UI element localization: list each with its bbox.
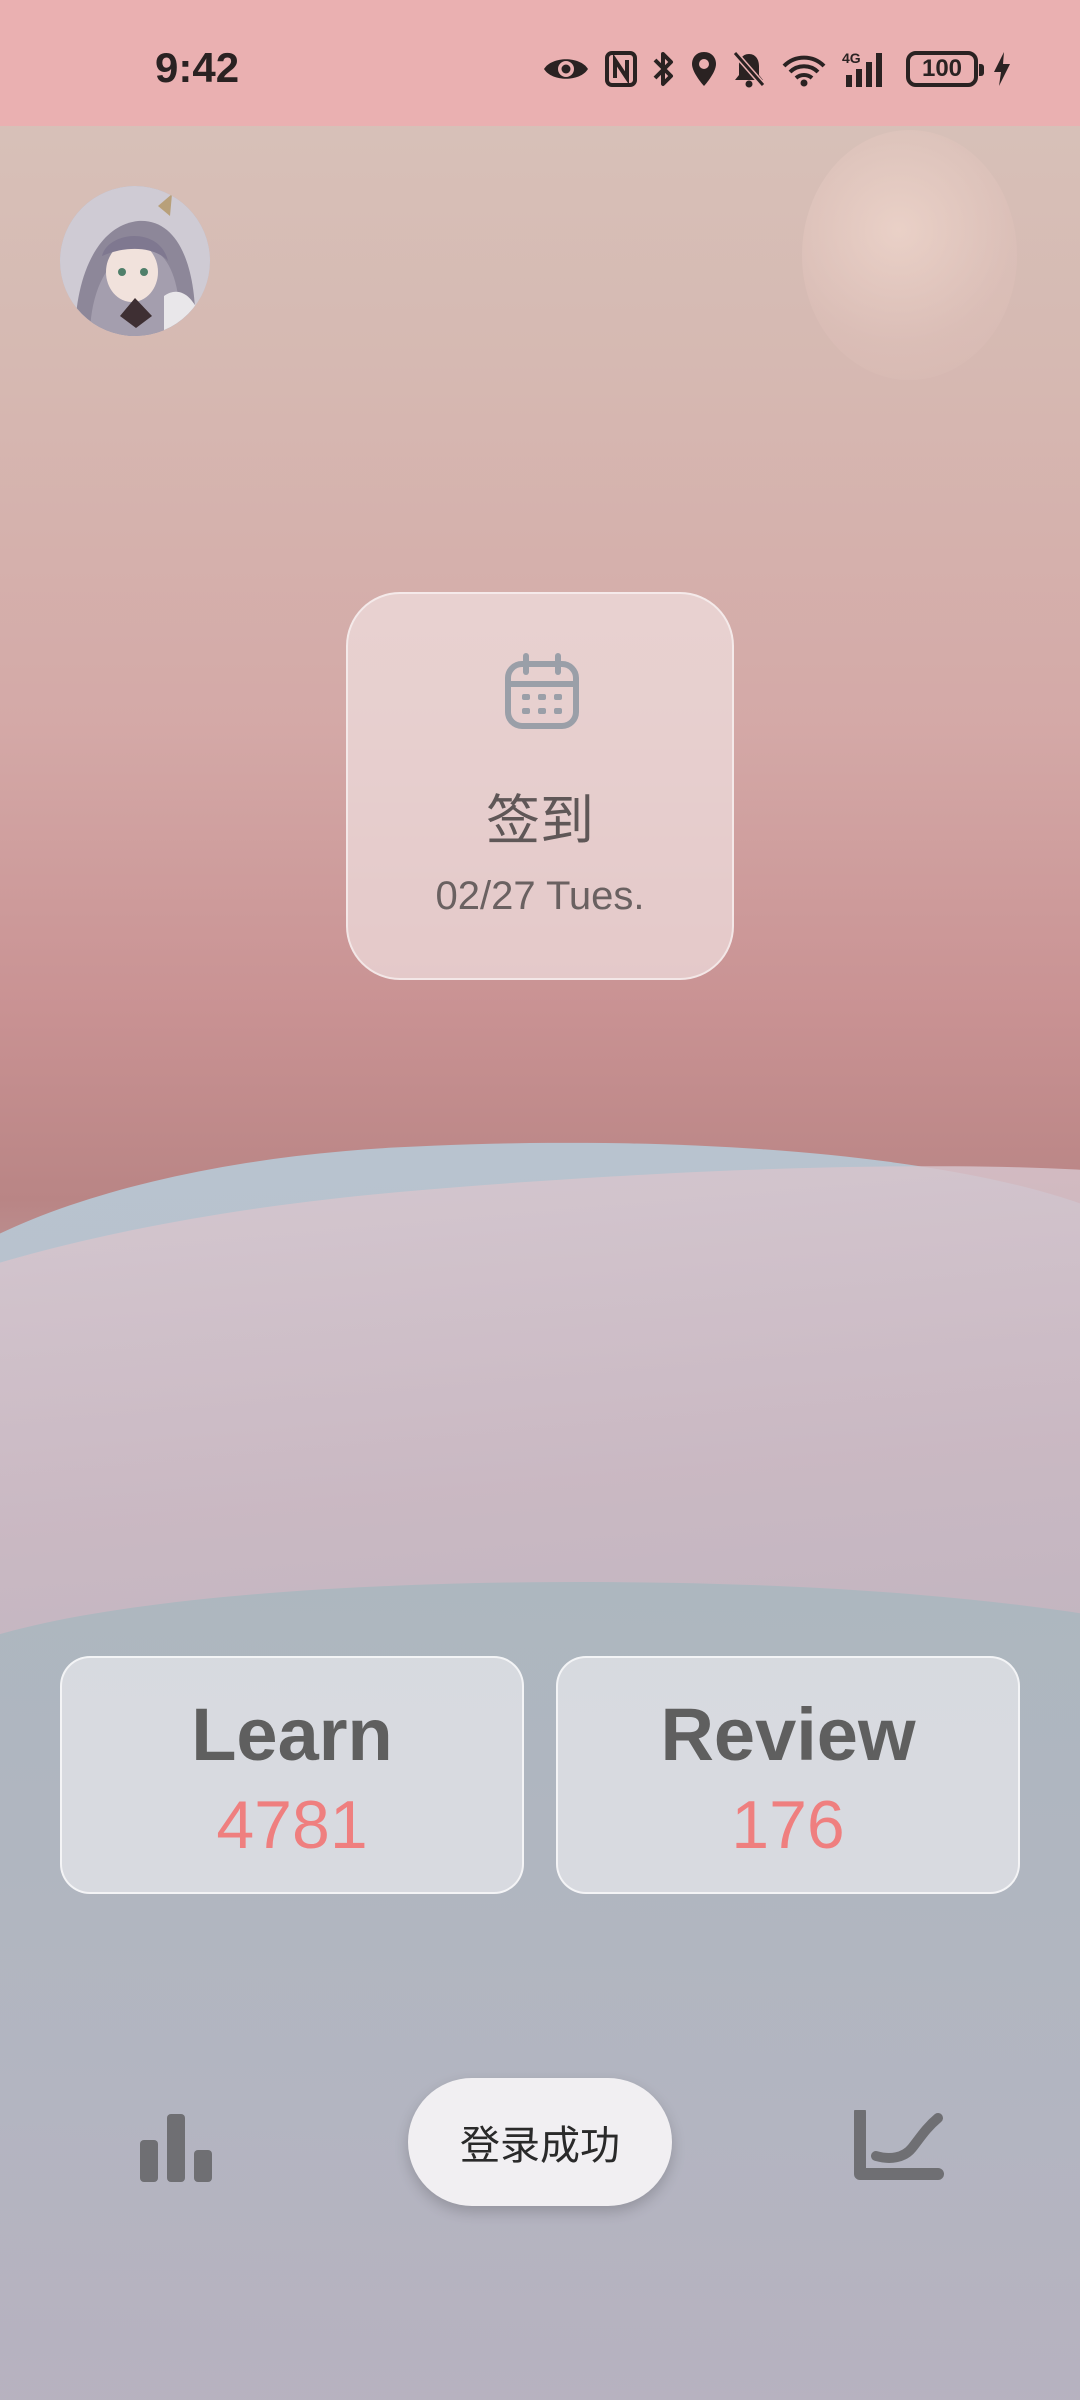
wifi-icon xyxy=(780,50,828,88)
status-bar: 9:42 4G 100 xyxy=(0,0,1080,126)
bar-chart-icon[interactable] xyxy=(136,2110,216,2182)
app-screen: 9:42 4G 100 签到 02/27 Tues. Learn 4781 Re… xyxy=(0,0,1080,2400)
review-label: Review xyxy=(660,1693,916,1776)
bell-off-icon xyxy=(732,50,766,88)
checkin-title: 签到 xyxy=(486,789,594,852)
status-time: 9:42 xyxy=(155,44,240,91)
battery-icon: 100 xyxy=(906,51,984,87)
bluetooth-icon xyxy=(652,50,676,88)
review-card[interactable]: Review 176 xyxy=(556,1656,1020,1894)
svg-text:4G: 4G xyxy=(842,50,861,66)
review-count: 176 xyxy=(731,1787,845,1863)
checkin-card[interactable]: 签到 02/27 Tues. xyxy=(346,592,734,980)
toast-message: 登录成功 xyxy=(408,2078,672,2206)
status-icons: 4G 100 xyxy=(542,46,1012,92)
checkin-date: 02/27 Tues. xyxy=(435,874,645,918)
charging-icon xyxy=(992,50,1012,88)
eye-icon xyxy=(542,52,590,86)
learn-count: 4781 xyxy=(216,1787,368,1863)
moon-decoration xyxy=(802,130,1017,380)
signal-icon: 4G xyxy=(842,49,892,89)
calendar-icon xyxy=(505,653,579,729)
location-icon xyxy=(690,50,718,88)
learn-label: Learn xyxy=(191,1693,393,1776)
nfc-icon xyxy=(604,50,638,88)
avatar[interactable] xyxy=(60,186,210,336)
learn-card[interactable]: Learn 4781 xyxy=(60,1656,524,1894)
curve-chart-icon[interactable] xyxy=(852,2110,944,2182)
